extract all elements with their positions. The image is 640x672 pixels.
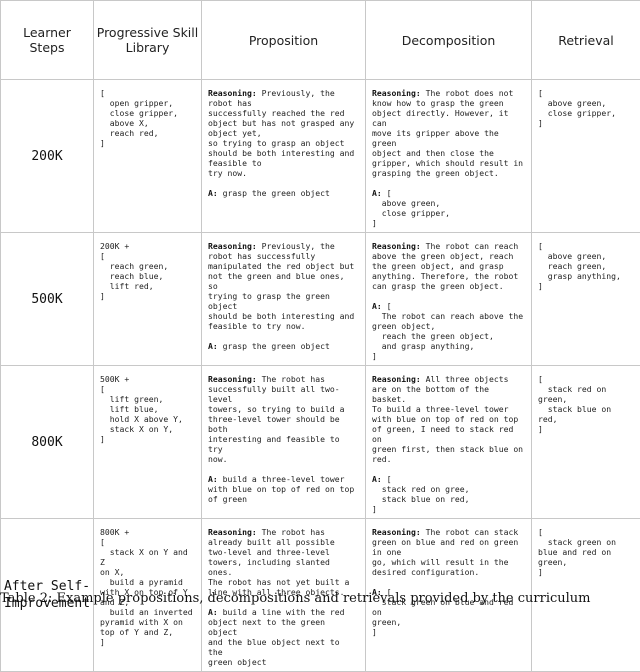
retrieval-cell: [ above green, close gripper, ] <box>532 80 640 233</box>
learner-step-cell: 500K <box>1 233 94 366</box>
answer-label: A: <box>372 188 382 198</box>
table-header-row: Learner Steps Progressive Skill Library … <box>1 1 640 80</box>
answer-text: [ above green, close gripper, ] <box>372 188 450 228</box>
header-decomposition: Decomposition <box>366 1 532 80</box>
header-retrieval: Retrieval <box>532 1 640 80</box>
reasoning-label: Reasoning: <box>372 88 421 98</box>
answer-text: grasp the green object <box>218 188 330 198</box>
answer-label: A: <box>208 188 218 198</box>
decomposition-cell: Reasoning: The robot does not know how t… <box>366 80 532 233</box>
header-learner-steps: Learner Steps <box>1 1 94 80</box>
answer-label: A: <box>208 341 218 351</box>
reasoning-label: Reasoning: <box>208 374 257 384</box>
reasoning-label: Reasoning: <box>372 241 421 251</box>
reasoning-text: The robot does not know how to grasp the… <box>372 88 523 178</box>
proposition-cell: Reasoning: Previously, the robot has suc… <box>202 80 366 233</box>
answer-label: A: <box>208 607 218 617</box>
learner-step-cell: 200K <box>1 80 94 233</box>
reasoning-label: Reasoning: <box>208 241 257 251</box>
table-row: 800K 500K + [ lift green, lift blue, hol… <box>1 366 640 519</box>
skill-library-cell: [ open gripper, close gripper, above X, … <box>94 80 202 233</box>
answer-text: build a line with the red object next to… <box>208 607 344 667</box>
decomposition-cell: Reasoning: All three objects are on the … <box>366 366 532 519</box>
reasoning-text: Previously, the robot has successfully r… <box>208 88 354 178</box>
header-progressive-skill-library: Progressive Skill Library <box>94 1 202 80</box>
reasoning-label: Reasoning: <box>372 374 421 384</box>
answer-text: [ stack red on gree, stack blue on red, … <box>372 474 469 514</box>
reasoning-label: Reasoning: <box>372 527 421 537</box>
table-row: 500K 200K + [ reach green, reach blue, l… <box>1 233 640 366</box>
decomposition-cell: Reasoning: The robot can reach above the… <box>366 233 532 366</box>
reasoning-text: The robot has successfully built all two… <box>208 374 344 464</box>
retrieval-cell: [ above green, reach green, grasp anythi… <box>532 233 640 366</box>
table-row: 200K [ open gripper, close gripper, abov… <box>1 80 640 233</box>
answer-label: A: <box>208 474 218 484</box>
proposition-cell: Reasoning: Previously, the robot has suc… <box>202 233 366 366</box>
retrieval-cell: [ stack red on green, stack blue on red,… <box>532 366 640 519</box>
header-proposition: Proposition <box>202 1 366 80</box>
learner-step-cell: 800K <box>1 366 94 519</box>
skill-library-cell: 500K + [ lift green, lift blue, hold X a… <box>94 366 202 519</box>
answer-text: build a three-level tower with blue on t… <box>208 474 354 504</box>
reasoning-text: Previously, the robot has successfully m… <box>208 241 354 331</box>
reasoning-text: All three objects are on the bottom of t… <box>372 374 523 464</box>
answer-text: [ The robot can reach above the green ob… <box>372 301 523 361</box>
answer-text: grasp the green object <box>218 341 330 351</box>
reasoning-text: The robot has already built all possible… <box>208 527 349 597</box>
proposition-cell: Reasoning: The robot has successfully bu… <box>202 366 366 519</box>
reasoning-label: Reasoning: <box>208 88 257 98</box>
answer-label: A: <box>372 474 382 484</box>
skill-curriculum-table: Learner Steps Progressive Skill Library … <box>0 0 640 672</box>
table-caption: Table 2: Example propositions, decomposi… <box>0 592 640 606</box>
reasoning-label: Reasoning: <box>208 527 257 537</box>
skill-library-cell: 200K + [ reach green, reach blue, lift r… <box>94 233 202 366</box>
answer-label: A: <box>372 301 382 311</box>
